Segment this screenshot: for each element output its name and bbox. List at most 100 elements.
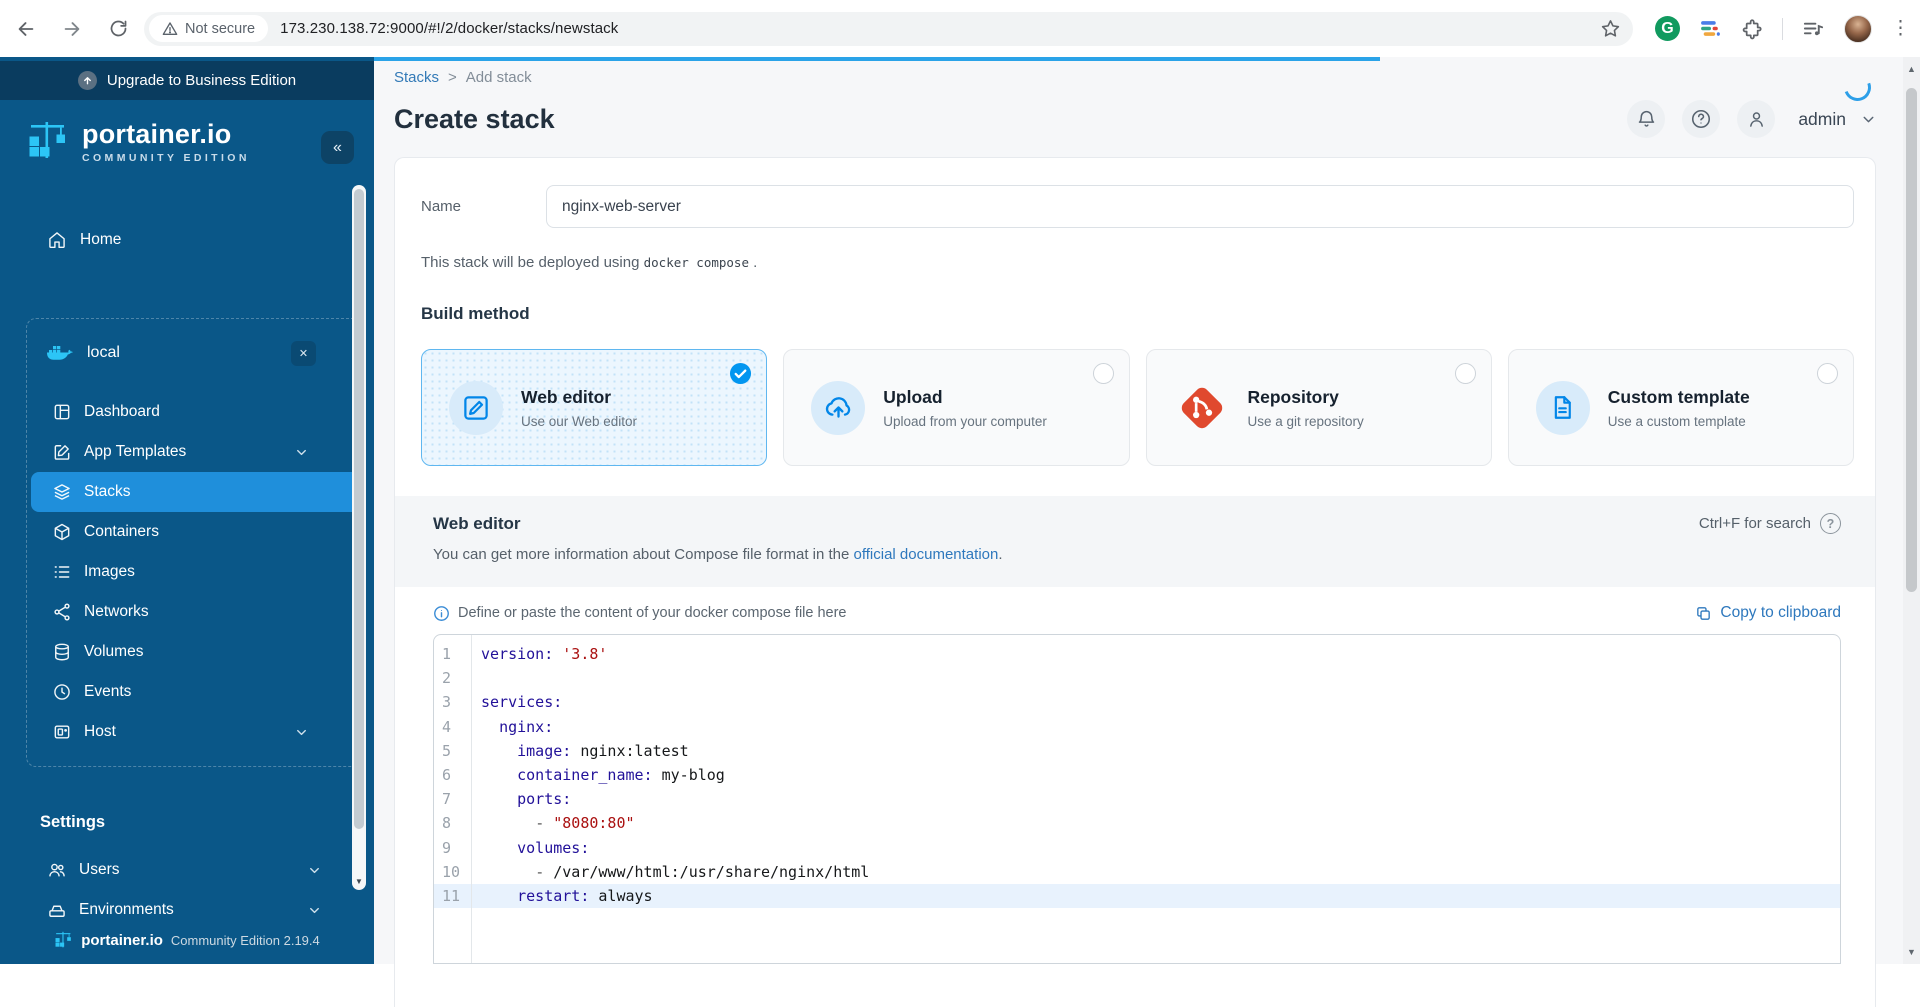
card-title: Upload	[883, 386, 943, 407]
sidebar-item-label: Containers	[84, 523, 159, 540]
portainer-crane-icon	[29, 122, 65, 158]
editor-code[interactable]: version: '3.8' services: nginx: image: n…	[472, 635, 1840, 963]
sidebar-item-stacks[interactable]: Stacks	[31, 472, 361, 512]
scroll-down-icon[interactable]: ▼	[1903, 947, 1920, 957]
browser-menu-button[interactable]: ⋮	[1891, 19, 1910, 38]
copy-to-clipboard-button[interactable]: Copy to clipboard	[1695, 604, 1841, 622]
endpoint-close-button[interactable]: ✕	[291, 341, 316, 366]
web-editor-heading: Web editor	[433, 513, 521, 533]
sidebar-item-containers[interactable]: Containers	[31, 512, 361, 552]
sidebar-collapse-button[interactable]: «	[321, 131, 354, 164]
user-menu[interactable]: admin	[1798, 109, 1877, 130]
forward-button[interactable]	[60, 17, 84, 41]
radio-unselected-icon[interactable]	[1454, 363, 1476, 384]
copy-icon	[1697, 606, 1711, 620]
card-title: Custom template	[1607, 386, 1750, 407]
extensions-puzzle-icon[interactable]	[1741, 18, 1763, 40]
user-account-button[interactable]	[1737, 100, 1776, 138]
reload-button[interactable]	[106, 17, 130, 41]
endpoint-row-local[interactable]: local ✕	[27, 328, 365, 378]
toolbar-divider	[1782, 17, 1783, 40]
deploy-method-code: docker compose	[643, 255, 749, 270]
pencil-square-icon	[449, 380, 503, 435]
sidebar-item-volumes[interactable]: Volumes	[31, 632, 361, 672]
sidebar: Upgrade to Business Edition portainer.io…	[0, 57, 374, 964]
home-icon	[47, 230, 67, 250]
build-method-web-editor[interactable]: Web editor Use our Web editor	[421, 349, 768, 466]
chevron-down-icon	[1863, 116, 1874, 122]
sidebar-scrollbar[interactable]: ▼	[352, 185, 366, 890]
breadcrumb-stacks-link[interactable]: Stacks	[394, 69, 439, 86]
stack-name-input[interactable]	[546, 185, 1854, 228]
page-scrollbar-thumb[interactable]	[1906, 88, 1917, 592]
official-documentation-link[interactable]: official documentation	[854, 546, 999, 563]
radio-unselected-icon[interactable]	[1092, 363, 1114, 384]
main-content: Stacks > Add stack Create stack admin Na…	[374, 57, 1903, 1007]
radio-unselected-icon[interactable]	[1817, 363, 1838, 384]
page-scrollbar[interactable]: ▲ ▼	[1903, 57, 1920, 964]
sidebar-item-label: Users	[79, 861, 120, 878]
settings-heading: Settings	[40, 813, 106, 831]
host-server-icon	[52, 722, 72, 742]
sidebar-item-images[interactable]: Images	[31, 552, 361, 592]
back-button[interactable]	[14, 17, 38, 41]
address-bar[interactable]: Not secure 173.230.138.72:9000/#!/2/dock…	[144, 11, 1633, 46]
help-button[interactable]	[1682, 100, 1721, 138]
sidebar-item-label: Volumes	[84, 643, 144, 660]
not-secure-label: Not secure	[185, 20, 256, 37]
portainer-logo[interactable]: portainer.io COMMUNITY EDITION	[0, 100, 374, 178]
notifications-button[interactable]	[1627, 100, 1666, 138]
breadcrumb: Stacks > Add stack	[374, 57, 1903, 86]
sidebar-item-app-templates[interactable]: App Templates	[31, 432, 361, 472]
breadcrumb-separator: >	[448, 69, 457, 86]
sidebar-item-dashboard[interactable]: Dashboard	[31, 392, 361, 432]
build-method-heading: Build method	[421, 304, 530, 323]
scroll-down-icon[interactable]: ▼	[352, 877, 366, 886]
sidebar-item-label: Stacks	[84, 483, 131, 500]
grammarly-extension-icon[interactable]: G	[1655, 16, 1680, 41]
editor-instruction: Define or paste the content of your dock…	[458, 605, 847, 621]
info-icon	[434, 605, 449, 621]
sidebar-item-home[interactable]: Home	[0, 222, 374, 258]
sidebar-item-events[interactable]: Events	[31, 672, 361, 712]
username: admin	[1798, 108, 1846, 129]
breadcrumb-current: Add stack	[465, 69, 532, 86]
profile-avatar[interactable]	[1844, 14, 1872, 43]
git-icon	[1181, 387, 1222, 428]
upgrade-banner[interactable]: Upgrade to Business Edition	[0, 61, 374, 100]
editor-gutter: 1 2 3 4 5 6 7 8 9 10 11	[434, 635, 472, 963]
scroll-up-icon[interactable]: ▲	[1903, 64, 1920, 74]
bookmark-star-icon[interactable]	[1600, 18, 1621, 39]
sidebar-scrollbar-thumb[interactable]	[354, 189, 364, 829]
card-title: Web editor	[521, 386, 612, 407]
media-queue-icon[interactable]	[1802, 17, 1825, 40]
card-subtitle: Use our Web editor	[521, 413, 638, 429]
database-icon	[52, 642, 72, 662]
upgrade-banner-label: Upgrade to Business Edition	[106, 72, 297, 89]
not-secure-chip[interactable]: Not secure	[149, 15, 269, 42]
create-stack-panel: Name This stack will be deployed using d…	[394, 157, 1876, 1007]
reload-icon	[110, 20, 126, 37]
deploy-note: This stack will be deployed using docker…	[421, 254, 758, 271]
sidebar-item-label: App Templates	[84, 443, 187, 460]
sidebar-item-label: Images	[84, 563, 135, 580]
tag-extension-icon[interactable]	[1699, 17, 1722, 40]
build-method-upload[interactable]: Upload Upload from your computer	[783, 349, 1130, 466]
build-method-custom-template[interactable]: Custom template Use a custom template	[1507, 349, 1854, 466]
sidebar-item-label: Events	[84, 683, 132, 700]
cloud-upload-icon	[811, 380, 866, 435]
sidebar-item-networks[interactable]: Networks	[31, 592, 361, 632]
sidebar-item-label: Networks	[84, 603, 149, 620]
sidebar-item-label: Home	[80, 231, 122, 248]
card-subtitle: Use a git repository	[1247, 413, 1364, 429]
sidebar-item-users[interactable]: Users	[0, 850, 374, 890]
forward-icon	[64, 21, 80, 36]
help-circle-icon[interactable]: ?	[1820, 513, 1841, 534]
build-method-repository[interactable]: Repository Use a git repository	[1145, 349, 1492, 466]
url-text: 173.230.138.72:9000/#!/2/docker/stacks/n…	[280, 20, 619, 37]
chevron-down-icon	[294, 445, 309, 460]
portainer-footer-icon	[55, 931, 72, 948]
sidebar-item-host[interactable]: Host	[31, 712, 361, 752]
docker-whale-icon	[47, 345, 73, 360]
back-icon	[18, 21, 34, 36]
